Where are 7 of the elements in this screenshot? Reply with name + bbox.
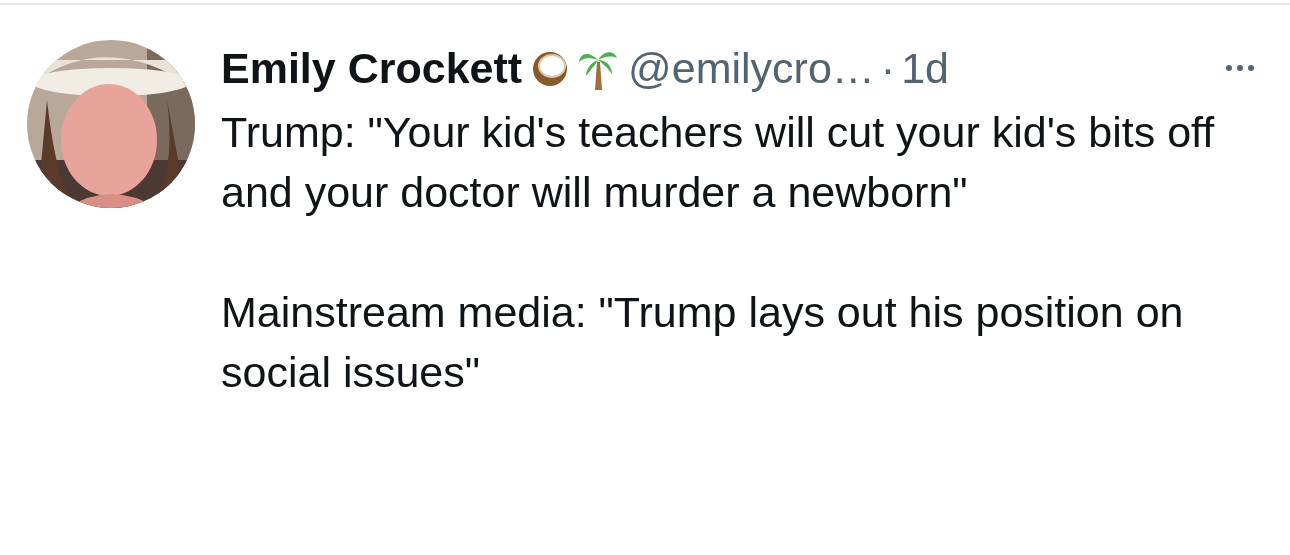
post-text: Trump: "Your kid's teachers will cut your kid's bits off and your doctor will murder a newborn" [221,107,1216,218]
more-icon[interactable] [1224,63,1256,73]
post-text: Mainstream media: "Trump lays out his position on social issues" [221,287,1185,398]
post-time[interactable]: 1d [901,43,949,93]
author-handle[interactable]: @emilycro… [628,43,875,93]
separator-dot: · [880,43,896,93]
author-name[interactable]: Emily Crockett [221,43,523,93]
